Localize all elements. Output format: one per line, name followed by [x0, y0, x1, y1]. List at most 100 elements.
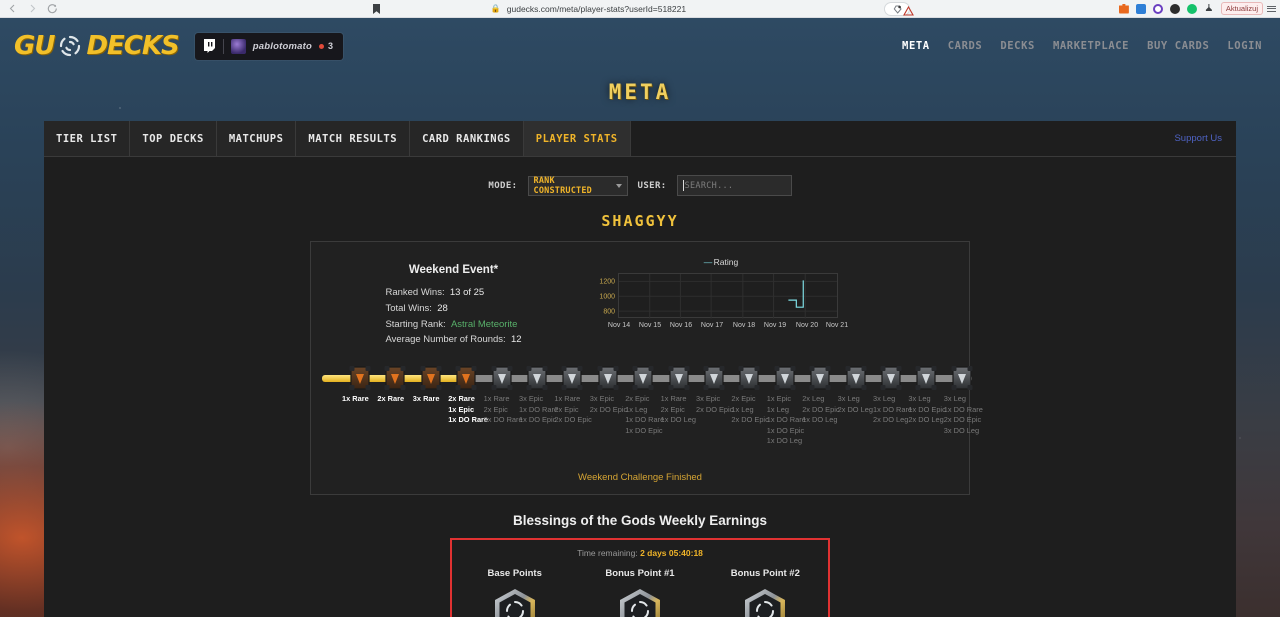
browser-menu-icon[interactable] — [1263, 5, 1280, 12]
reward-line: 3x Leg — [873, 394, 896, 404]
user-search-input[interactable]: SEARCH... — [676, 175, 792, 196]
mode-label: MODE: — [488, 180, 518, 191]
nav-item-buy-cards[interactable]: BUY CARDS — [1147, 40, 1209, 52]
reward-node-label: 2x Epic 1x Leg 1x DO Rare 1x DO Epic — [625, 394, 664, 436]
reward-line: 1x DO Rare — [943, 404, 983, 414]
logo-text-right: DECKS — [86, 31, 179, 61]
reward-line: 1x DO Rare — [448, 415, 489, 425]
reward-line: 2x DO Epic — [554, 415, 592, 425]
blessing-column: Bonus Point #1Matches: 20/20Opponents: 1… — [577, 568, 702, 617]
viewer-count-value: 3 — [327, 41, 333, 51]
reward-node-label: 3x Rare — [413, 394, 440, 405]
reload-icon[interactable] — [47, 3, 58, 14]
x-tick-3: Nov 17 — [700, 322, 724, 329]
reward-line: 2x DO Leg — [908, 415, 944, 425]
chart-line — [619, 274, 837, 319]
weekend-challenge-status: Weekend Challenge Finished — [578, 472, 702, 484]
streamer-name: pablotomato — [252, 40, 312, 52]
twitch-stream-pill[interactable]: pablotomato 3 — [194, 32, 343, 60]
reward-line: 3x Rare — [412, 394, 440, 404]
chest-bronze-icon[interactable] — [348, 364, 372, 392]
chest-silver-icon[interactable] — [631, 364, 655, 392]
nav-item-cards[interactable]: CARDS — [948, 40, 983, 52]
support-us-link[interactable]: Support Us — [1174, 133, 1236, 144]
nav-item-meta[interactable]: META — [902, 40, 930, 52]
user-label: USER: — [637, 180, 667, 191]
reward-track — [320, 364, 973, 392]
text-caret — [682, 180, 684, 191]
nav-item-decks[interactable]: DECKS — [1000, 40, 1035, 52]
chest-silver-icon[interactable] — [773, 364, 797, 392]
x-tick-2: Nov 16 — [669, 322, 693, 329]
reward-line: 1x DO Epic — [908, 404, 946, 414]
nav-item-marketplace[interactable]: MARKETPLACE — [1053, 40, 1129, 52]
reward-node-label: 3x Leg 2x DO Leg — [838, 394, 873, 415]
site-logo[interactable]: GU DECKS — [14, 31, 180, 61]
y-tick-800: 800 — [603, 308, 615, 315]
extension-blue-icon[interactable] — [1135, 3, 1146, 14]
chest-bronze-icon[interactable] — [454, 364, 478, 392]
time-remaining-value: 2 days 05:40:18 — [640, 548, 703, 559]
reward-line: 2x DO Leg — [873, 415, 909, 425]
adblock-icon[interactable] — [1169, 3, 1180, 14]
puzzle-orange-icon[interactable] — [1118, 3, 1129, 14]
chest-silver-icon[interactable] — [914, 364, 938, 392]
chest-silver-icon[interactable] — [596, 364, 620, 392]
url-text: gudecks.com/meta/player-stats?userId=518… — [506, 3, 687, 14]
page-title: META — [608, 80, 672, 104]
back-arrow-icon[interactable] — [7, 3, 18, 14]
stat-avg-rounds: Average Number of Rounds: 12 — [385, 332, 521, 348]
chest-silver-icon[interactable] — [808, 364, 832, 392]
tab-matchups[interactable]: MATCHUPS — [216, 121, 297, 156]
time-remaining-label: Time remaining: — [577, 548, 638, 559]
user-search-placeholder: SEARCH... — [684, 180, 734, 191]
streamer-avatar — [230, 38, 246, 54]
tab-match-results[interactable]: MATCH RESULTS — [296, 121, 411, 156]
reward-line: 2x DO Epic — [731, 415, 769, 425]
stat-value: Astral Meteorite — [450, 318, 518, 330]
reward-line: 3x Leg — [943, 394, 966, 404]
reward-line: 2x Rare — [377, 394, 405, 404]
chest-silver-icon[interactable] — [879, 364, 903, 392]
reward-line: 3x Epic — [589, 394, 615, 404]
reward-line: 2x DO Epic — [802, 404, 840, 414]
reward-line: 1x DO Leg — [766, 436, 803, 446]
stat-starting-rank: Starting Rank: Astral Meteorite — [385, 317, 521, 333]
tab-card-rankings[interactable]: CARD RANKINGS — [410, 121, 524, 156]
stat-label: Total Wins: — [385, 302, 432, 314]
viewer-count: 3 — [318, 41, 333, 51]
extensions-pin-icon[interactable] — [1205, 3, 1212, 11]
chest-silver-icon[interactable] — [525, 364, 549, 392]
reward-line: 2x DO Leg — [837, 404, 873, 414]
grammarly-icon[interactable] — [1186, 3, 1197, 14]
nav-item-login[interactable]: LOGIN — [1227, 40, 1262, 52]
filters-row: MODE: RANK CONSTRUCTED USER: SEARCH... — [44, 175, 1236, 196]
forward-arrow-icon[interactable] — [27, 3, 38, 14]
blessing-column-title: Bonus Point #2 — [730, 568, 800, 580]
mode-select[interactable]: RANK CONSTRUCTED — [527, 175, 628, 196]
address-bar[interactable]: 🔒 gudecks.com/meta/player-stats?userId=5… — [58, 4, 1119, 14]
weekend-event-title: Weekend Event* — [408, 264, 499, 276]
reward-line: 1x Rare — [554, 394, 581, 404]
stat-label: Starting Rank: — [385, 318, 446, 330]
tab-top-decks[interactable]: TOP DECKS — [130, 121, 217, 156]
tab-player-stats[interactable]: PLAYER STATS — [523, 121, 631, 156]
reward-node-label: 3x Epic 2x DO Epic — [696, 394, 733, 415]
chest-silver-icon[interactable] — [737, 364, 761, 392]
reward-line: 1x DO Rare — [519, 404, 559, 414]
reward-line: 3x Epic — [696, 394, 721, 404]
chest-silver-icon[interactable] — [950, 364, 974, 392]
chest-bronze-icon[interactable] — [419, 364, 443, 392]
update-button[interactable]: Aktualizuj — [1220, 2, 1263, 15]
chest-silver-icon[interactable] — [667, 364, 691, 392]
site-header: GU DECKS pablotomato 3 META CARDS DECKS … — [0, 18, 1280, 74]
circle-purple-icon[interactable] — [1152, 3, 1163, 14]
chest-silver-icon[interactable] — [560, 364, 584, 392]
chest-silver-icon[interactable] — [490, 364, 514, 392]
chest-silver-icon[interactable] — [702, 364, 726, 392]
blessings-title: Blessings of the Gods Weekly Earnings — [512, 513, 768, 529]
player-name: SHAGGYY — [601, 212, 679, 230]
tab-tier-list[interactable]: TIER LIST — [44, 121, 131, 156]
chest-bronze-icon[interactable] — [383, 364, 407, 392]
chest-silver-icon[interactable] — [844, 364, 868, 392]
